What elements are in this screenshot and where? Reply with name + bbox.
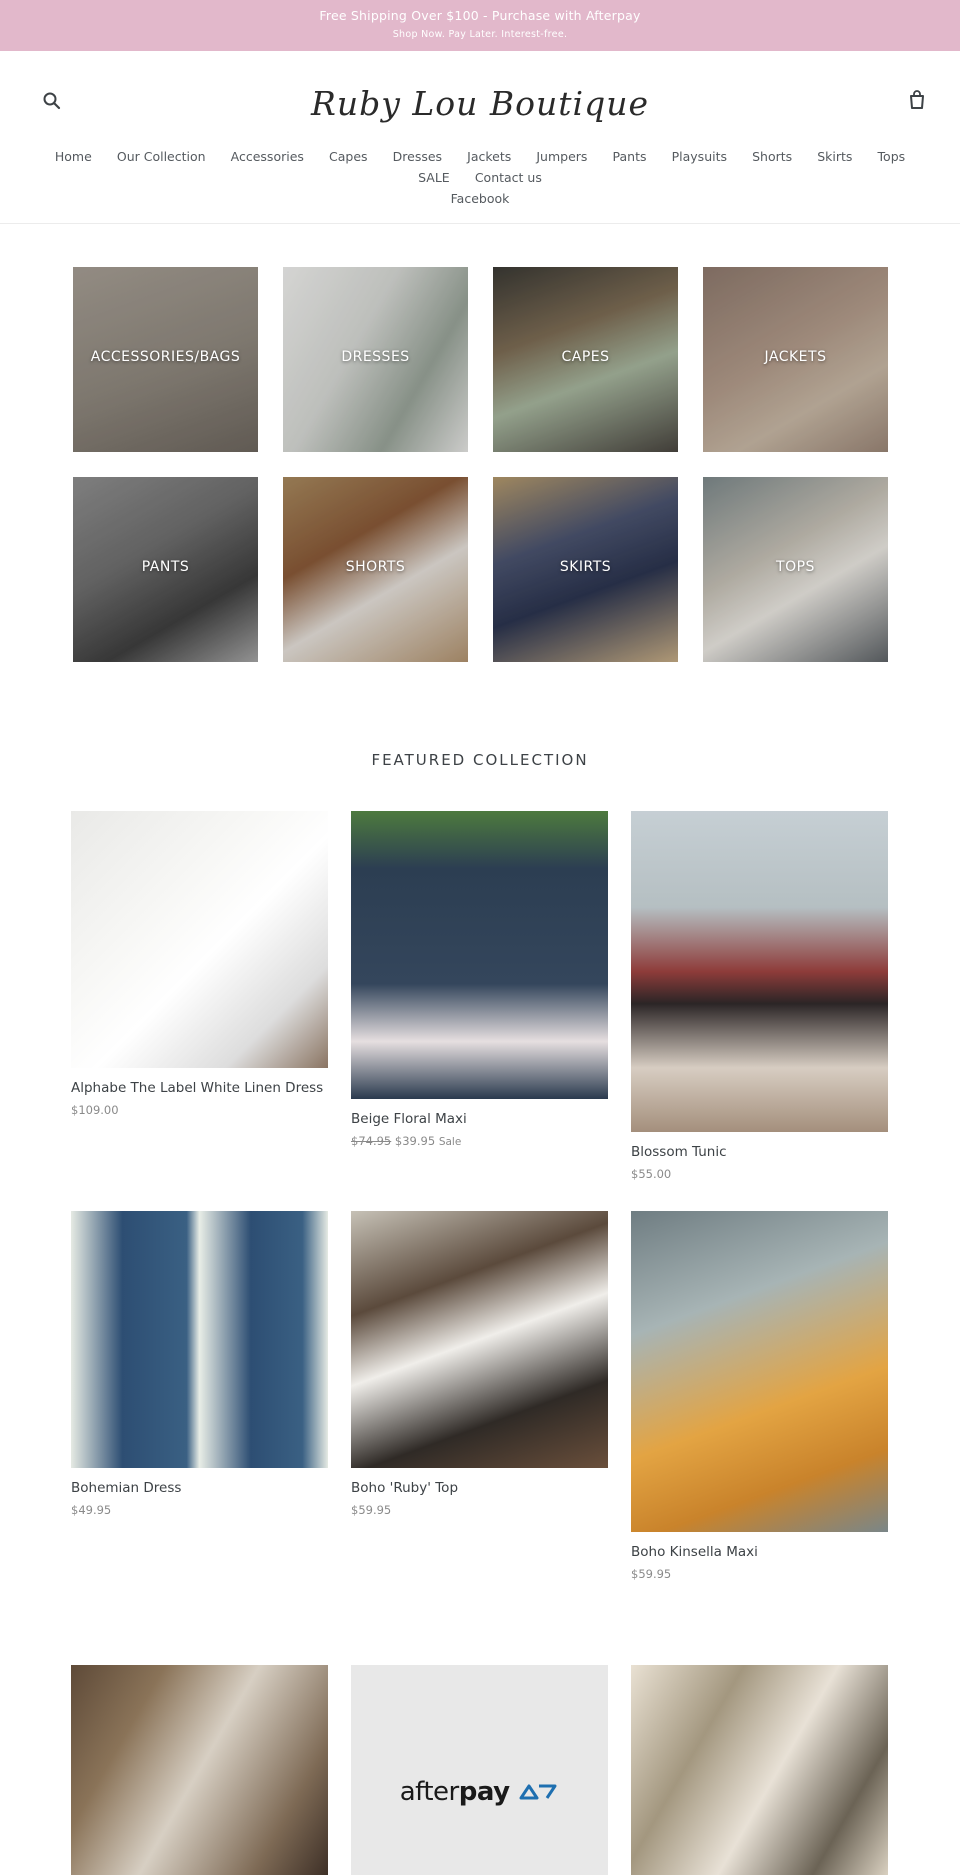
featured-collection-title: FEATURED COLLECTION	[371, 751, 589, 769]
price-value: $59.95	[351, 1503, 392, 1517]
site-header: Ruby Lou Boutique Home Our Collection Ac…	[0, 51, 960, 224]
collection-label: ACCESSORIES/BAGS	[90, 349, 241, 365]
nav-jumpers[interactable]: Jumpers	[536, 147, 587, 167]
collection-tile-jackets[interactable]: JACKETS	[703, 267, 888, 452]
afterpay-logo: afterpay	[351, 1777, 608, 1807]
product-image[interactable]	[351, 1211, 608, 1468]
product-price: $59.95	[631, 1567, 888, 1581]
main-nav: Home Our Collection Accessories Capes Dr…	[20, 146, 940, 209]
price-value: $109.00	[71, 1103, 119, 1117]
afterpay-arrows-icon	[519, 1784, 557, 1800]
product-name[interactable]: Beige Floral Maxi	[351, 1111, 608, 1128]
product-image[interactable]	[71, 811, 328, 1068]
product-price: $109.00	[71, 1103, 328, 1117]
collection-label: TOPS	[776, 559, 815, 575]
price-value: $55.00	[631, 1167, 672, 1181]
product-image[interactable]	[631, 811, 888, 1132]
collection-tile-dresses[interactable]: DRESSES	[283, 267, 468, 452]
promo-image-left[interactable]	[71, 1665, 328, 1875]
price-value: $59.95	[631, 1567, 672, 1581]
product-image[interactable]	[351, 811, 608, 1099]
cart-button[interactable]	[905, 88, 929, 112]
site-logo[interactable]: Ruby Lou Boutique	[300, 73, 660, 135]
collection-label: SKIRTS	[559, 559, 612, 575]
nav-jackets[interactable]: Jackets	[467, 147, 511, 167]
sale-price: $39.95	[394, 1134, 436, 1148]
collection-label: PANTS	[141, 559, 190, 575]
price-value: $49.95	[71, 1503, 112, 1517]
product-card[interactable]: Blossom Tunic $55.00	[631, 811, 888, 1181]
collection-tile-shorts[interactable]: SHORTS	[283, 477, 468, 662]
product-price: $59.95	[351, 1503, 608, 1517]
search-icon	[43, 92, 61, 110]
search-button[interactable]	[40, 89, 64, 113]
nav-skirts[interactable]: Skirts	[817, 147, 852, 167]
collection-tile-skirts[interactable]: SKIRTS	[493, 477, 678, 662]
nav-pants[interactable]: Pants	[613, 147, 647, 167]
product-price: $74.95 $39.95 Sale	[351, 1134, 608, 1148]
collection-label: SHORTS	[345, 559, 406, 575]
nav-sale[interactable]: SALE	[418, 168, 450, 188]
compare-at-price: $74.95	[351, 1134, 392, 1148]
product-card[interactable]: Alphabe The Label White Linen Dress $109…	[71, 811, 328, 1117]
cart-icon	[910, 90, 924, 109]
product-card[interactable]: Bohemian Dress $49.95	[71, 1211, 328, 1517]
nav-home[interactable]: Home	[55, 147, 92, 167]
nav-tops[interactable]: Tops	[878, 147, 906, 167]
nav-our-collection[interactable]: Our Collection	[117, 147, 206, 167]
announcement-bar[interactable]: Free Shipping Over $100 - Purchase with …	[0, 0, 960, 51]
product-name[interactable]: Alphabe The Label White Linen Dress	[71, 1080, 328, 1097]
nav-shorts[interactable]: Shorts	[752, 147, 792, 167]
product-name[interactable]: Boho 'Ruby' Top	[351, 1480, 608, 1497]
product-name[interactable]: Boho Kinsella Maxi	[631, 1544, 888, 1561]
afterpay-logo-bold: pay	[458, 1777, 510, 1807]
collection-tile-tops[interactable]: TOPS	[703, 477, 888, 662]
announcement-text: Free Shipping Over $100 - Purchase with …	[319, 8, 641, 23]
nav-capes[interactable]: Capes	[329, 147, 368, 167]
announcement-subtext: Shop Now. Pay Later. Interest-free.	[392, 29, 568, 40]
product-price: $49.95	[71, 1503, 328, 1517]
nav-contact-us[interactable]: Contact us	[475, 168, 542, 188]
collection-label: JACKETS	[764, 349, 827, 365]
collection-tile-accessories-bags[interactable]: ACCESSORIES/BAGS	[73, 267, 258, 452]
nav-dresses[interactable]: Dresses	[393, 147, 442, 167]
product-card[interactable]: Boho 'Ruby' Top $59.95	[351, 1211, 608, 1517]
nav-accessories[interactable]: Accessories	[231, 147, 304, 167]
product-image[interactable]	[631, 1211, 888, 1532]
afterpay-logo-prefix: after	[399, 1777, 460, 1807]
collection-tile-pants[interactable]: PANTS	[73, 477, 258, 662]
product-price: $55.00	[631, 1167, 888, 1181]
nav-playsuits[interactable]: Playsuits	[672, 147, 727, 167]
promo-image-right[interactable]	[631, 1665, 888, 1875]
product-card[interactable]: Boho Kinsella Maxi $59.95	[631, 1211, 888, 1581]
collection-label: CAPES	[561, 349, 610, 365]
afterpay-promo[interactable]: afterpay	[351, 1665, 608, 1875]
sale-badge: Sale	[438, 1136, 462, 1148]
nav-facebook[interactable]: Facebook	[451, 189, 510, 209]
product-name[interactable]: Bohemian Dress	[71, 1480, 328, 1497]
collection-tile-capes[interactable]: CAPES	[493, 267, 678, 452]
product-image[interactable]	[71, 1211, 328, 1468]
product-name[interactable]: Blossom Tunic	[631, 1144, 888, 1161]
product-card[interactable]: Beige Floral Maxi $74.95 $39.95 Sale	[351, 811, 608, 1148]
collection-label: DRESSES	[341, 349, 410, 365]
